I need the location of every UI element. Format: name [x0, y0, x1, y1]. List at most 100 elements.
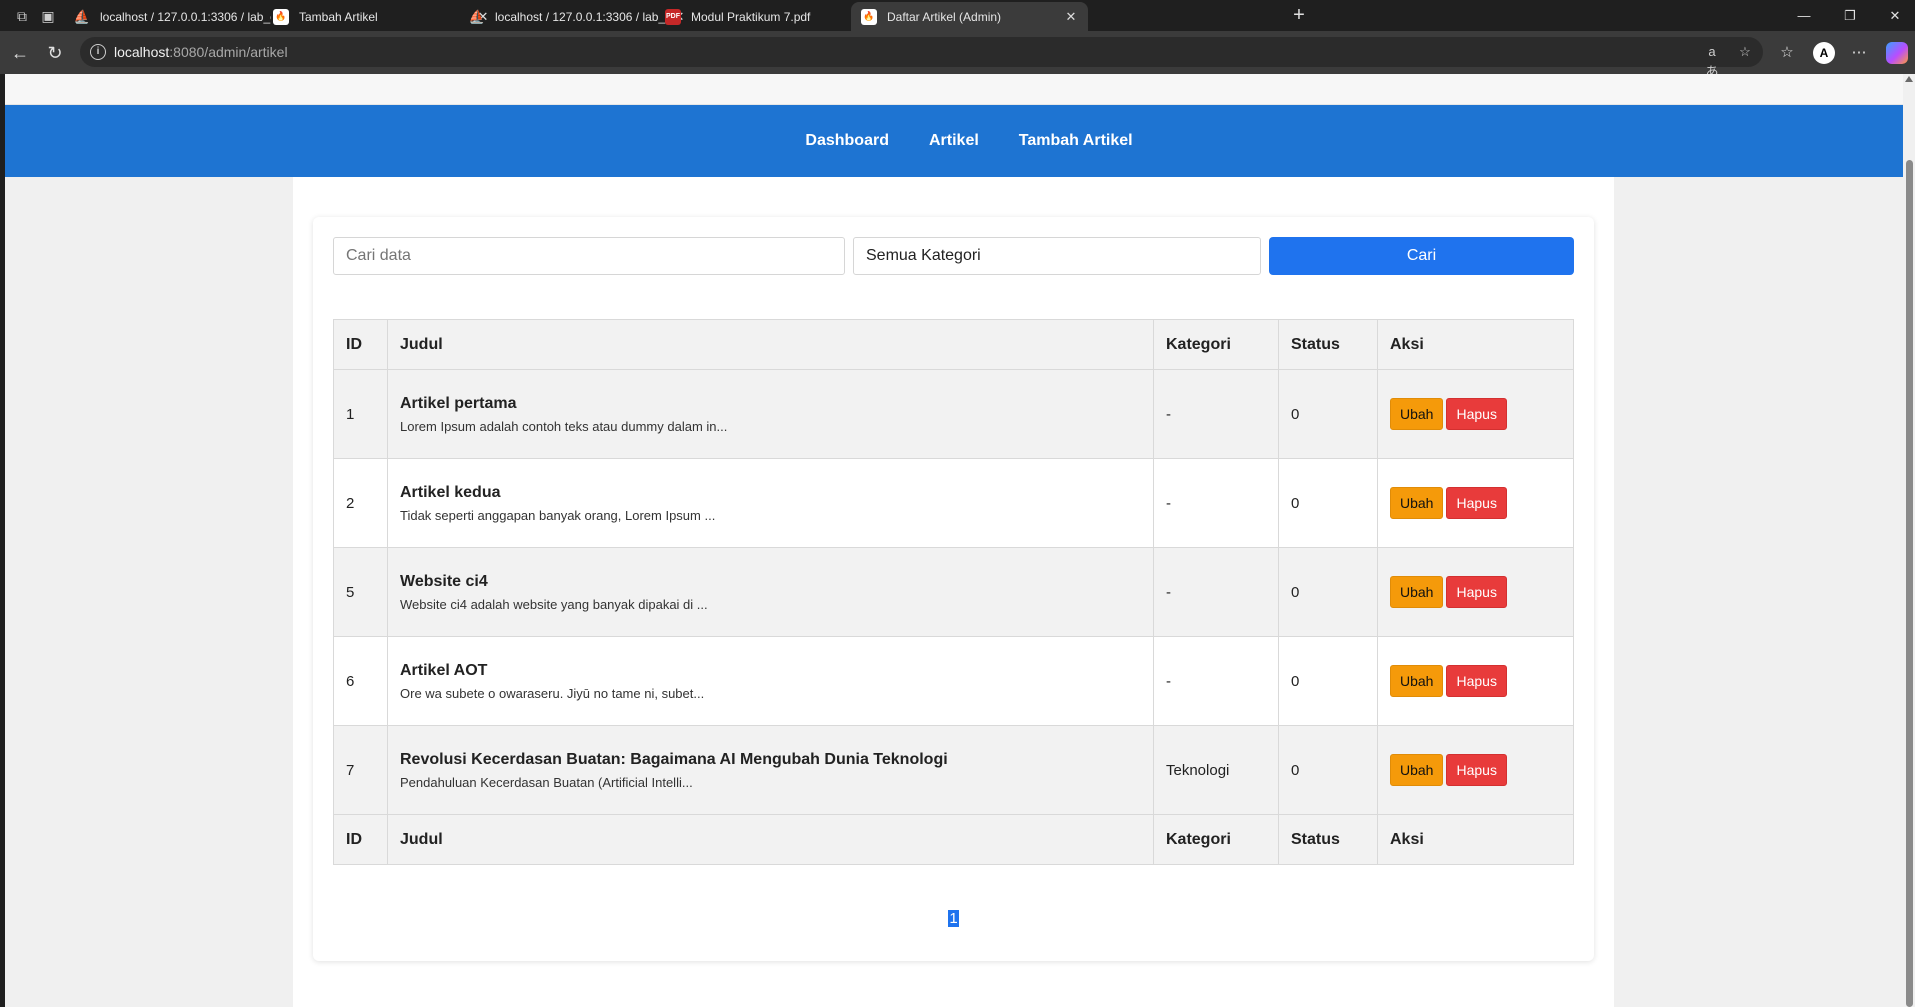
cell-kategori: -	[1153, 458, 1279, 548]
cell-judul: Artikel pertama Lorem Ipsum adalah conto…	[387, 369, 1154, 459]
tab-actions-icon[interactable]: ▣	[38, 6, 58, 26]
cell-aksi: Ubah Hapus	[1377, 547, 1574, 637]
copilot-icon[interactable]	[1886, 42, 1908, 64]
address-bar[interactable]: i localhost:8080/admin/artikel aあ ☆	[80, 37, 1763, 79]
delete-button[interactable]: Hapus	[1446, 487, 1507, 519]
nav-artikel[interactable]: Artikel	[929, 132, 979, 150]
tab-title: Modul Praktikum 7.pdf	[691, 9, 811, 24]
read-aloud-icon[interactable]: aあ	[1702, 42, 1722, 79]
close-tab-icon[interactable]: ✕	[1064, 9, 1078, 25]
col-footer-status: Status	[1278, 814, 1378, 865]
favorite-star-icon[interactable]: ☆	[1735, 42, 1755, 62]
article-excerpt: Tidak seperti anggapan banyak orang, Lor…	[400, 507, 716, 523]
scroll-up-arrow-icon[interactable]	[1905, 76, 1913, 82]
cell-judul: Website ci4 Website ci4 adalah website y…	[387, 547, 1154, 637]
article-title: Revolusi Kecerdasan Buatan: Bagaimana AI…	[400, 750, 948, 768]
back-icon[interactable]: ←	[8, 41, 32, 65]
col-header-id: ID	[333, 319, 388, 370]
cell-id: 6	[333, 636, 388, 726]
edit-button[interactable]: Ubah	[1390, 576, 1444, 608]
profile-avatar[interactable]: A	[1813, 42, 1835, 64]
article-excerpt: Website ci4 adalah website yang banyak d…	[400, 596, 708, 612]
cell-id: 2	[333, 458, 388, 548]
minimize-icon[interactable]: —	[1794, 6, 1814, 26]
tab-title: Daftar Artikel (Admin)	[887, 9, 1002, 24]
site-nav: Dashboard Artikel Tambah Artikel	[5, 105, 1903, 177]
content-container: Semua Kategori Cari ID Judul Kategori St…	[293, 177, 1614, 1007]
restore-icon[interactable]: ❐	[1840, 6, 1860, 26]
codeigniter-icon: 🔥	[861, 8, 877, 25]
delete-button[interactable]: Hapus	[1446, 665, 1507, 697]
browser-tab-bar: ⧉ ▣ ⛵ localhost / 127.0.0.1:3306 / lab_c…	[0, 0, 1915, 31]
col-header-aksi: Aksi	[1377, 319, 1574, 370]
edit-button[interactable]: Ubah	[1390, 665, 1444, 697]
workspaces-icon[interactable]: ⧉	[12, 6, 32, 26]
cell-status: 0	[1278, 725, 1378, 815]
nav-dashboard[interactable]: Dashboard	[805, 132, 889, 150]
cell-id: 7	[333, 725, 388, 815]
tab-title: localhost / 127.0.0.1:3306 / lab_ci	[100, 9, 271, 24]
article-card: Semua Kategori Cari ID Judul Kategori St…	[313, 217, 1594, 961]
delete-button[interactable]: Hapus	[1446, 398, 1507, 430]
col-footer-id: ID	[333, 814, 388, 865]
cell-kategori: -	[1153, 547, 1279, 637]
col-header-judul: Judul	[387, 319, 1154, 370]
cell-status: 0	[1278, 547, 1378, 637]
cell-judul: Revolusi Kecerdasan Buatan: Bagaimana AI…	[387, 725, 1154, 815]
cell-status: 0	[1278, 458, 1378, 548]
browser-tab-active[interactable]: 🔥 Daftar Artikel (Admin) ✕	[851, 2, 1088, 31]
cell-aksi: Ubah Hapus	[1377, 725, 1574, 815]
table-header-row: ID Judul Kategori Status Aksi	[333, 319, 1574, 370]
table-row: 2 Artikel kedua Tidak seperti anggapan b…	[333, 458, 1574, 548]
edit-button[interactable]: Ubah	[1390, 754, 1444, 786]
edit-button[interactable]: Ubah	[1390, 487, 1444, 519]
col-footer-judul: Judul	[387, 814, 1154, 865]
edit-button[interactable]: Ubah	[1390, 398, 1444, 430]
window-edge	[0, 74, 5, 1007]
article-title: Artikel pertama	[400, 394, 517, 412]
reload-icon[interactable]: ↻	[43, 41, 67, 65]
scrollbar[interactable]	[1903, 74, 1915, 1007]
cell-id: 1	[333, 369, 388, 459]
article-table: ID Judul Kategori Status Aksi 1 Artikel …	[333, 319, 1574, 865]
site-info-icon[interactable]: i	[90, 44, 106, 60]
table-row: 1 Artikel pertama Lorem Ipsum adalah con…	[333, 369, 1574, 459]
delete-button[interactable]: Hapus	[1446, 754, 1507, 786]
article-title: Artikel kedua	[400, 483, 501, 501]
close-window-icon[interactable]: ✕	[1885, 6, 1905, 26]
scrollbar-thumb[interactable]	[1906, 160, 1913, 1007]
article-excerpt: Pendahuluan Kecerdasan Buatan (Artificia…	[400, 774, 693, 790]
cell-id: 5	[333, 547, 388, 637]
table-footer-row: ID Judul Kategori Status Aksi	[333, 814, 1574, 865]
new-tab-icon[interactable]: +	[1288, 4, 1310, 26]
col-header-status: Status	[1278, 319, 1378, 370]
cell-judul: Artikel kedua Tidak seperti anggapan ban…	[387, 458, 1154, 548]
cell-aksi: Ubah Hapus	[1377, 369, 1574, 459]
page-link-current[interactable]: 1	[948, 910, 959, 927]
cell-aksi: Ubah Hapus	[1377, 636, 1574, 726]
codeigniter-icon: 🔥	[273, 8, 289, 25]
col-footer-kategori: Kategori	[1153, 814, 1279, 865]
article-title: Website ci4	[400, 572, 488, 590]
article-excerpt: Lorem Ipsum adalah contoh teks atau dumm…	[400, 418, 728, 434]
search-button[interactable]: Cari	[1269, 237, 1574, 275]
table-row: 6 Artikel AOT Ore wa subete o owaraseru.…	[333, 636, 1574, 726]
cell-kategori: -	[1153, 369, 1279, 459]
category-select[interactable]: Semua Kategori	[853, 237, 1261, 275]
more-menu-icon[interactable]: ⋯	[1848, 42, 1870, 64]
phpmyadmin-icon: ⛵	[468, 8, 486, 24]
browser-toolbar: ← ↻ i localhost:8080/admin/artikel aあ ☆ …	[0, 31, 1915, 79]
phpmyadmin-icon: ⛵	[73, 8, 91, 24]
search-input[interactable]	[333, 237, 845, 275]
cell-judul: Artikel AOT Ore wa subete o owaraseru. J…	[387, 636, 1154, 726]
url-text[interactable]: localhost:8080/admin/artikel	[114, 44, 288, 60]
table-row: 5 Website ci4 Website ci4 adalah website…	[333, 547, 1574, 637]
cell-kategori: -	[1153, 636, 1279, 726]
delete-button[interactable]: Hapus	[1446, 576, 1507, 608]
nav-tambah-artikel[interactable]: Tambah Artikel	[1019, 132, 1133, 150]
pagination: 1	[313, 910, 1594, 928]
article-title: Artikel AOT	[400, 661, 488, 679]
cell-kategori: Teknologi	[1153, 725, 1279, 815]
favorites-icon[interactable]: ☆	[1776, 42, 1798, 64]
cell-status: 0	[1278, 636, 1378, 726]
